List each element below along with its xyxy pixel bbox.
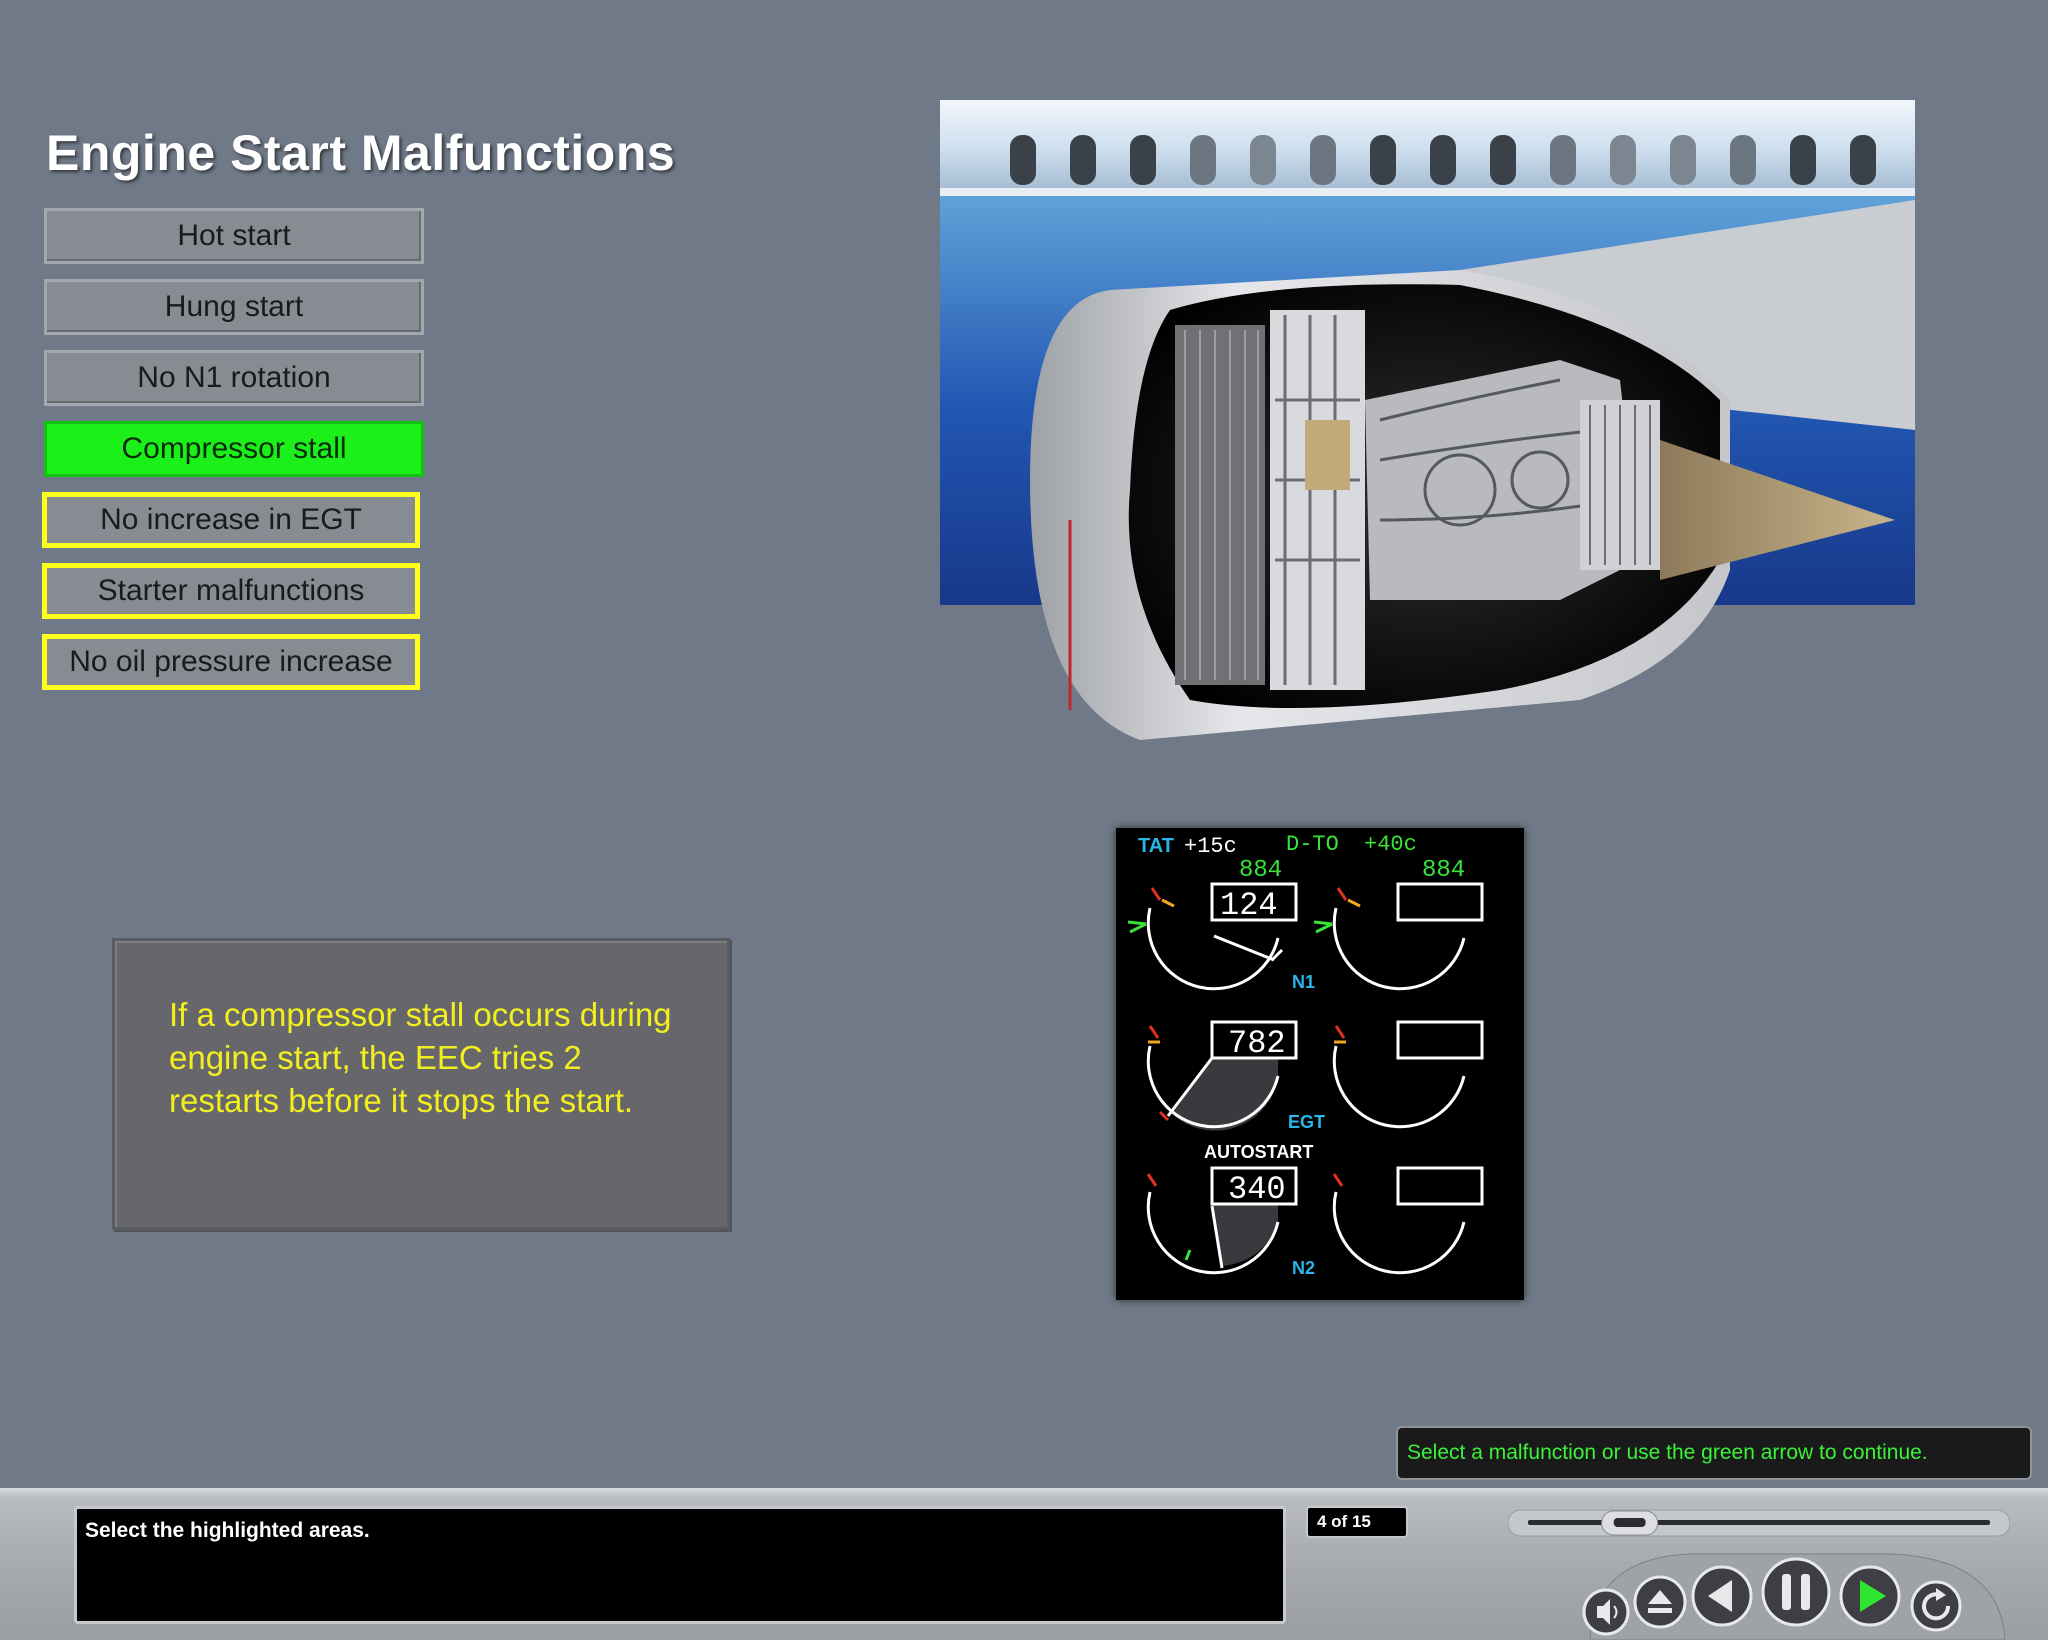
n1-label: N1 (1292, 972, 1315, 992)
replay-icon[interactable] (1910, 1580, 1962, 1632)
menu-item-hot-start[interactable]: Hot start (44, 208, 424, 264)
menu-item-no-oil-pressure[interactable]: No oil pressure increase (42, 634, 420, 690)
volume-icon[interactable] (1582, 1588, 1630, 1636)
narration-box: Select the highlighted areas. (74, 1506, 1286, 1624)
n1-limit-right: 884 (1422, 857, 1465, 884)
autostart-label: AUTOSTART (1204, 1142, 1313, 1162)
n1-value: 124 (1220, 887, 1278, 924)
back-icon[interactable] (1691, 1565, 1753, 1627)
n1-gauge-right (1313, 882, 1484, 991)
menu-item-hung-start[interactable]: Hung start (44, 279, 424, 335)
page-title: Engine Start Malfunctions (46, 125, 676, 181)
n2-value: 340 (1228, 1171, 1286, 1208)
menu-item-no-n1-rotation[interactable]: No N1 rotation (44, 350, 424, 406)
instruction-prompt: Select a malfunction or use the green ar… (1396, 1426, 2032, 1480)
menu-item-starter-malfunctions[interactable]: Starter malfunctions (42, 563, 420, 619)
play-icon[interactable] (1839, 1565, 1901, 1627)
progress-slider[interactable] (1508, 1508, 2010, 1538)
tat-value: +15c (1184, 834, 1237, 859)
page-counter: 4 of 15 (1306, 1506, 1408, 1538)
n1-limit-left: 884 (1239, 857, 1282, 884)
slider-thumb[interactable] (1601, 1510, 1659, 1536)
engine-indication-display: TAT +15c D-TO +40c 884 884 124 N1 782 EG… (1116, 828, 1524, 1300)
thrust-mode: D-TO (1286, 832, 1339, 857)
assumed-temp: +40c (1364, 832, 1417, 857)
n2-gauge-right (1332, 1166, 1484, 1275)
menu-item-no-increase-egt[interactable]: No increase in EGT (42, 492, 420, 548)
tat-label: TAT (1138, 835, 1174, 857)
playback-controls (1582, 1553, 2005, 1640)
n2-label: N2 (1292, 1258, 1315, 1278)
egt-gauge-right (1332, 1020, 1484, 1129)
egt-value: 782 (1228, 1025, 1286, 1062)
engine-cutaway-image (940, 100, 1915, 740)
info-panel: If a compressor stall occurs during engi… (112, 938, 730, 1230)
malfunction-menu: Hot start Hung start No N1 rotation Comp… (42, 208, 424, 705)
info-text: If a compressor stall occurs during engi… (169, 996, 672, 1119)
pause-icon[interactable] (1761, 1557, 1831, 1627)
eject-icon[interactable] (1633, 1575, 1687, 1629)
egt-label: EGT (1288, 1112, 1325, 1132)
menu-item-compressor-stall[interactable]: Compressor stall (44, 421, 424, 477)
